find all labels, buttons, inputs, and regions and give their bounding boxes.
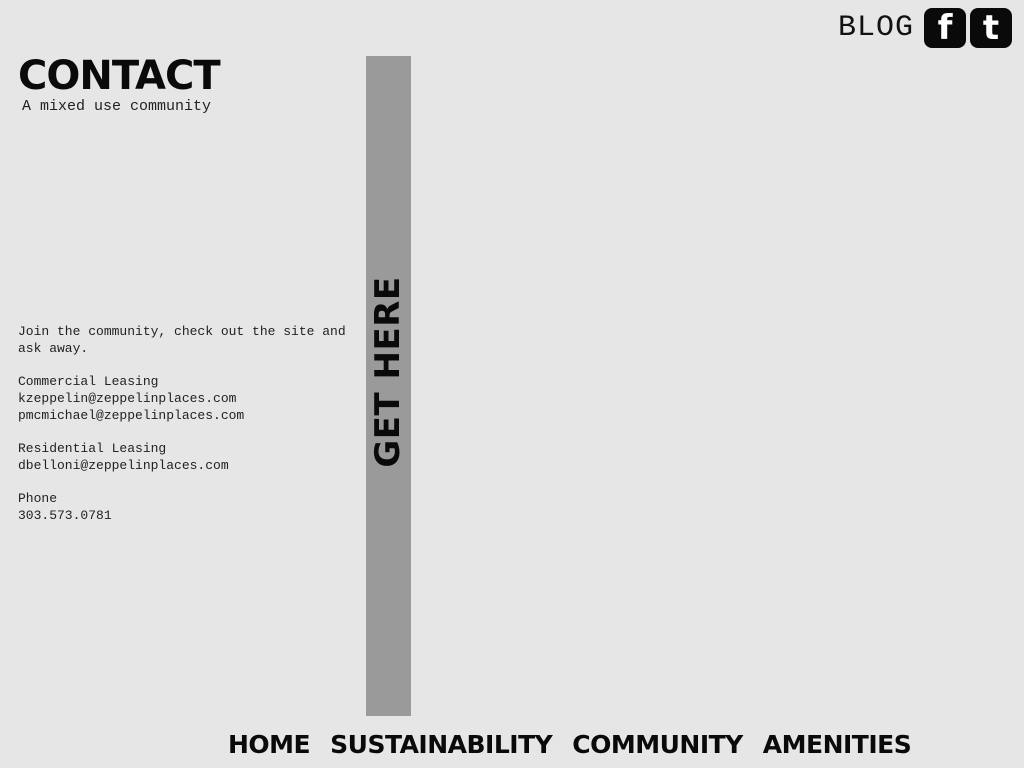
page-subtitle: A mixed use community	[22, 98, 212, 115]
commercial-email-link[interactable]: pmcmichael@zeppelinplaces.com	[18, 407, 358, 424]
phone-number: 303.573.0781	[18, 508, 112, 523]
nav-amenities[interactable]: AMENITIES	[763, 730, 912, 759]
residential-leasing: Residential Leasing dbelloni@zeppelinpla…	[18, 440, 358, 474]
header-links: BLOG f t	[838, 8, 1012, 48]
contact-intro: Join the community, check out the site a…	[18, 324, 346, 356]
phone-label: Phone	[18, 491, 58, 506]
contact-info: Join the community, check out the site a…	[18, 323, 358, 540]
get-here-bar[interactable]: GET HERE	[366, 56, 411, 716]
page-title: CONTACT	[18, 53, 221, 99]
twitter-icon[interactable]: t	[970, 8, 1012, 48]
main-nav: HOME SUSTAINABILITY COMMUNITY AMENITIES	[228, 730, 912, 759]
commercial-leasing-label: Commercial Leasing	[18, 374, 159, 389]
phone-info: Phone 303.573.0781	[18, 490, 358, 524]
nav-home[interactable]: HOME	[228, 730, 311, 759]
residential-leasing-label: Residential Leasing	[18, 441, 167, 456]
facebook-icon[interactable]: f	[924, 8, 966, 48]
blog-link[interactable]: BLOG	[838, 11, 914, 45]
get-here-label: GET HERE	[368, 276, 408, 468]
residential-email-link[interactable]: dbelloni@zeppelinplaces.com	[18, 457, 358, 474]
nav-sustainability[interactable]: SUSTAINABILITY	[330, 730, 553, 759]
nav-community[interactable]: COMMUNITY	[572, 730, 743, 759]
commercial-email-link[interactable]: kzeppelin@zeppelinplaces.com	[18, 390, 358, 407]
commercial-leasing: Commercial Leasing kzeppelin@zeppelinpla…	[18, 373, 358, 424]
